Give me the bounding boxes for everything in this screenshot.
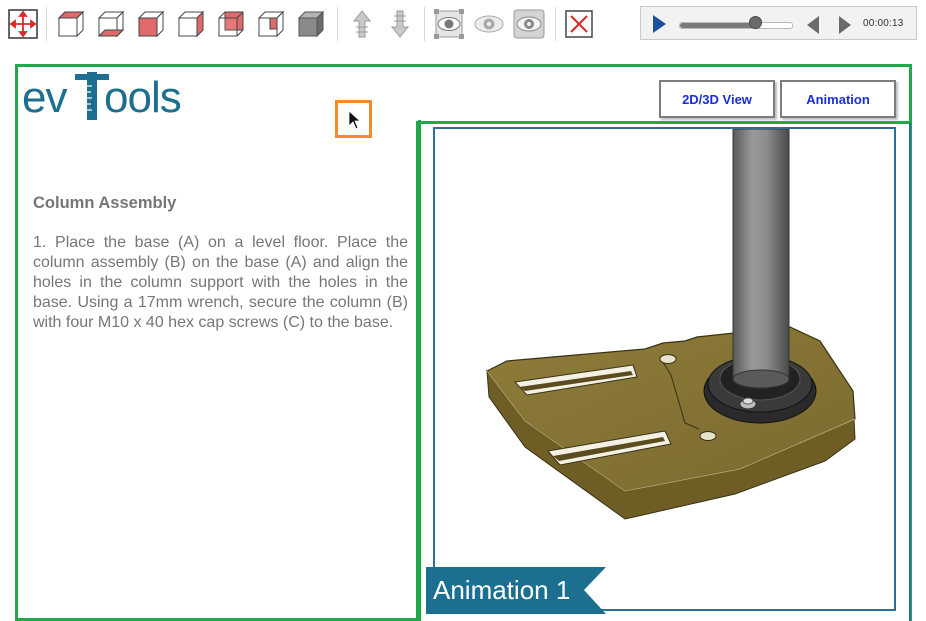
- view-back-icon: [216, 9, 246, 39]
- evtools-logo: ev ools: [22, 72, 182, 122]
- animation-player: 00:00:13: [640, 6, 917, 40]
- view-2d3d-button[interactable]: 2D/3D View: [659, 80, 775, 118]
- animation-label-text: Animation 1: [433, 575, 571, 605]
- instructions-body: 1. Place the base (A) on a level floor. …: [33, 234, 408, 331]
- view-left-button[interactable]: [135, 8, 167, 40]
- select-view-icon: [433, 8, 465, 40]
- hide-icon: [513, 8, 545, 40]
- logo-text-left: ev: [22, 73, 67, 122]
- view-front-icon: [56, 9, 86, 39]
- explode-down-button[interactable]: [384, 8, 416, 40]
- hide-button[interactable]: [513, 8, 545, 40]
- view-right-button[interactable]: [175, 8, 207, 40]
- explode-down-icon: [385, 9, 415, 39]
- view-iso-icon: [256, 9, 286, 39]
- view-top-icon: [96, 9, 126, 39]
- animation-button[interactable]: Animation: [780, 80, 896, 118]
- fit-view-button[interactable]: [7, 8, 39, 40]
- view-solid-icon: [296, 9, 326, 39]
- view-front-button[interactable]: [55, 8, 87, 40]
- view-right-icon: [176, 9, 206, 39]
- view-top-button[interactable]: [95, 8, 127, 40]
- explode-up-button[interactable]: [346, 8, 378, 40]
- step-back-icon[interactable]: [806, 15, 820, 40]
- instructions-heading: Column Assembly: [33, 194, 177, 212]
- view-solid-button[interactable]: [295, 8, 327, 40]
- select-view-button[interactable]: [433, 8, 465, 40]
- close-button[interactable]: [563, 8, 595, 40]
- toolbar: 00:00:13: [0, 0, 926, 48]
- timeline-track[interactable]: [679, 22, 793, 29]
- playback-time: 00:00:13: [863, 18, 904, 29]
- view-back-button[interactable]: [215, 8, 247, 40]
- logo-text-right: ools: [104, 73, 182, 122]
- viewer-edge-line: [909, 123, 911, 621]
- drill-press-base-model[interactable]: [435, 128, 894, 609]
- fit-view-icon: [8, 9, 38, 39]
- timeline-progress: [680, 23, 757, 28]
- show-button[interactable]: [473, 8, 505, 40]
- step-forward-icon[interactable]: [838, 15, 852, 40]
- show-icon: [473, 8, 505, 40]
- view-left-icon: [136, 9, 166, 39]
- cursor-highlight: [335, 100, 372, 138]
- view-iso-button[interactable]: [255, 8, 287, 40]
- play-icon[interactable]: [651, 14, 667, 39]
- explode-up-icon: [347, 9, 377, 39]
- close-icon: [564, 9, 594, 39]
